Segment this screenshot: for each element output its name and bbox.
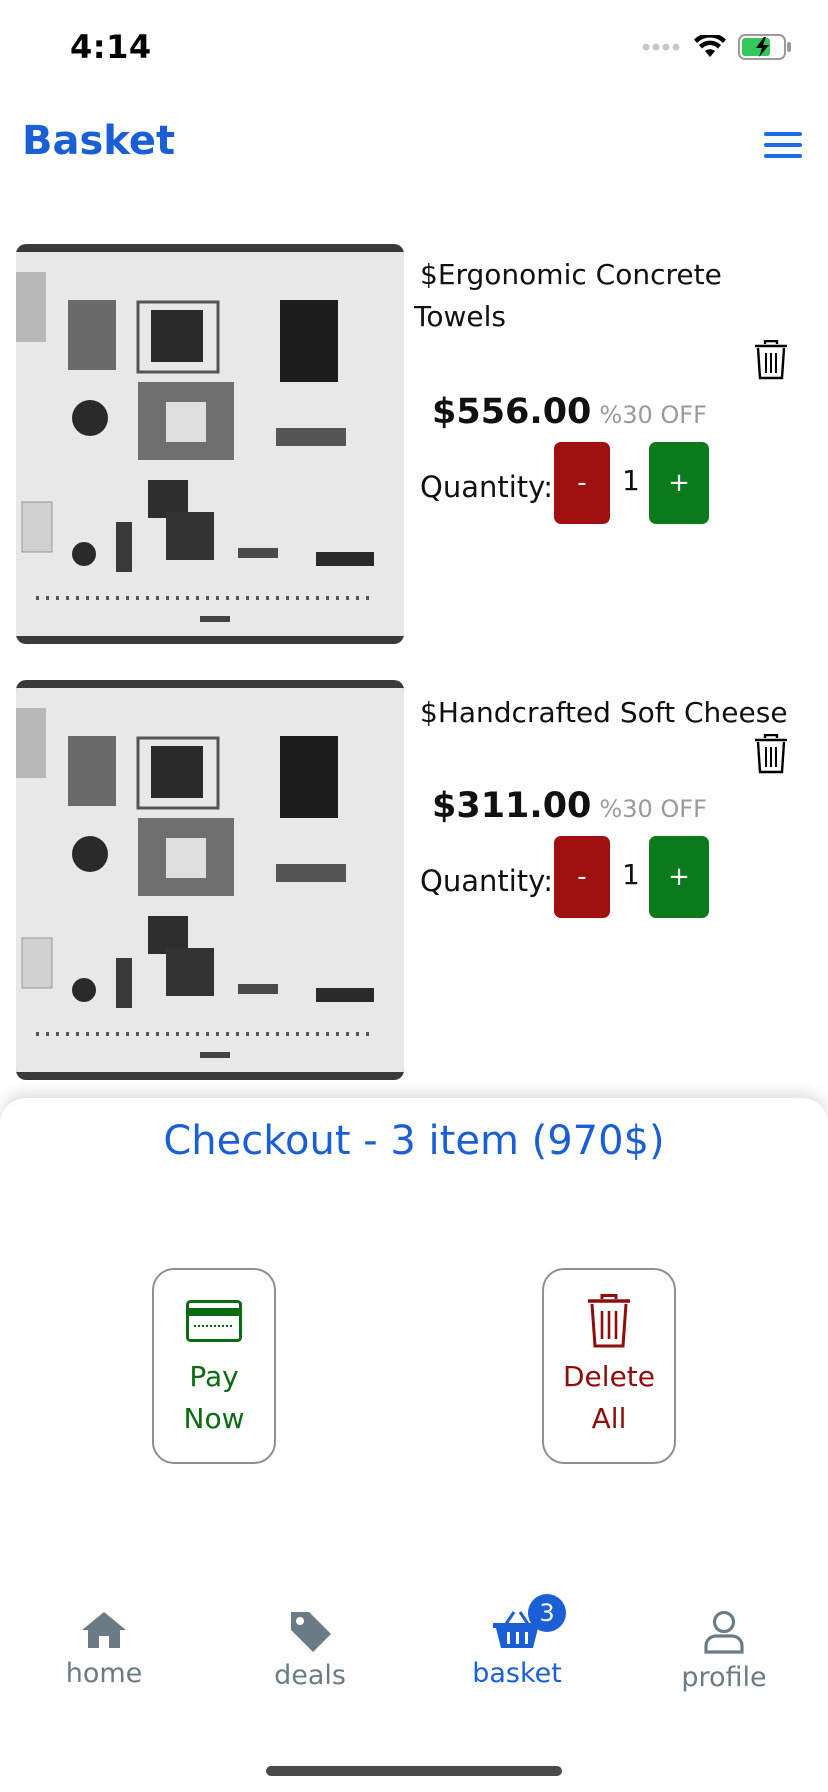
page-title: Basket [22,118,176,164]
delete-all-label: Delete All [563,1356,655,1440]
item-name-line: $Ergonomic Concrete [420,258,722,291]
nav-label: home [65,1658,143,1689]
basket-item: $Ergonomic Concrete Towels $556.00 %30 OF… [16,244,816,644]
product-image [16,244,404,644]
home-indicator [266,1766,562,1776]
decrease-quantity-button[interactable]: - [554,836,610,918]
status-time: 4:14 [70,28,152,66]
nav-label: basket [472,1658,562,1689]
nav-item-basket[interactable]: 3 basket [442,1594,592,1689]
cellular-signal-icon [642,43,680,51]
basket-item: $Handcrafted Soft Cheese $311.00 %30 OFF … [16,680,816,1080]
item-name-line: Towels [414,300,506,333]
home-icon [82,1612,126,1648]
nav-label: deals [274,1660,346,1691]
basket-count-badge: 3 [528,1594,566,1632]
tag-icon [291,1612,331,1652]
product-photo [16,272,376,622]
trash-icon[interactable] [754,340,788,380]
increase-quantity-button[interactable]: + [649,442,709,524]
product-image [16,680,404,1080]
delete-all-label-line: All [591,1402,627,1435]
status-icons [642,34,792,60]
pay-now-label-line: Now [183,1402,245,1435]
item-name: $Handcrafted Soft Cheese [420,696,788,729]
discount-label: %30 OFF [599,795,707,823]
battery-icon [738,34,791,60]
bottom-navigation: home deals 3 basket profile [0,1594,828,1720]
price-value: $556.00 [432,392,592,432]
quantity-label: Quantity: [420,470,553,504]
increase-quantity-button[interactable]: + [649,836,709,918]
decrease-quantity-button[interactable]: - [554,442,610,524]
item-price: $556.00 %30 OFF [432,392,707,432]
pay-now-label: Pay Now [184,1356,245,1440]
trash-icon[interactable] [754,734,788,774]
item-name: $Ergonomic Concrete Towels [414,254,722,338]
nav-label: profile [681,1662,767,1693]
pay-now-label-line: Pay [189,1360,239,1393]
nav-item-home[interactable]: home [29,1610,179,1689]
trash-icon [588,1294,630,1348]
delete-all-button[interactable]: Delete All [542,1268,676,1464]
nav-item-profile[interactable]: profile [649,1610,799,1693]
nav-item-deals[interactable]: deals [235,1610,385,1691]
quantity-value: 1 [622,464,640,497]
discount-label: %30 OFF [599,401,707,429]
item-price: $311.00 %30 OFF [432,786,707,826]
credit-card-icon [186,1300,242,1342]
profile-icon [704,1610,744,1654]
menu-icon[interactable] [764,132,802,162]
wifi-icon [694,35,726,57]
checkout-title[interactable]: Checkout - 3 item (970$) [0,1118,828,1164]
product-photo [16,708,376,1058]
delete-all-label-line: Delete [563,1360,655,1393]
quantity-label: Quantity: [420,864,553,898]
quantity-value: 1 [622,858,640,891]
pay-now-button[interactable]: Pay Now [152,1268,276,1464]
price-value: $311.00 [432,786,592,826]
